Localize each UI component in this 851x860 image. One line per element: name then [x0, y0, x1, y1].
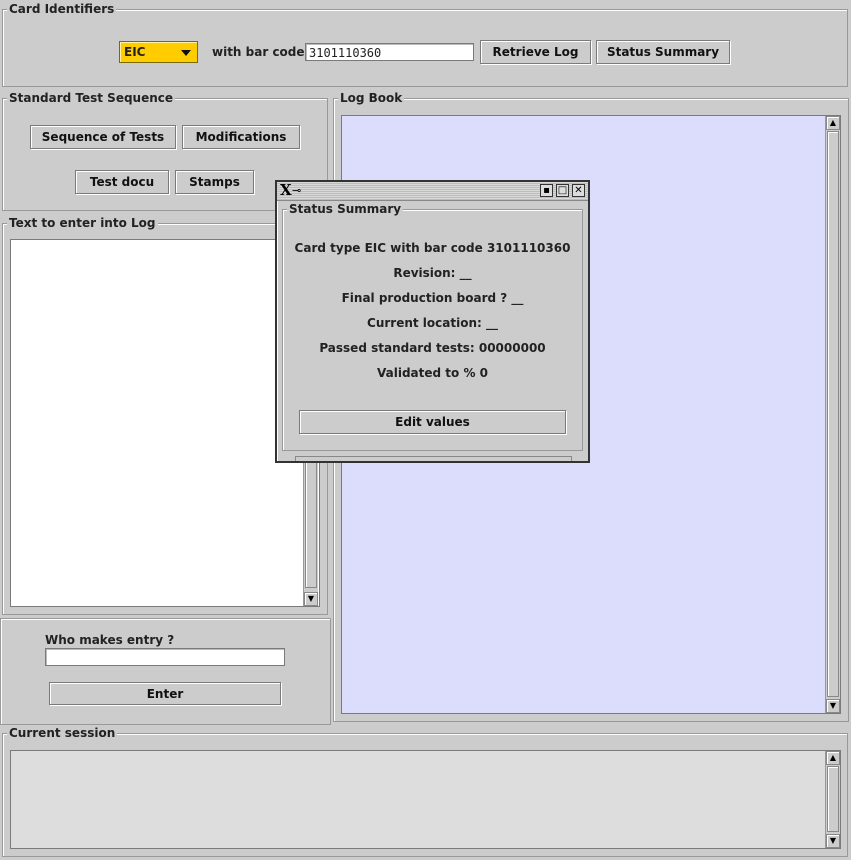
card-identifiers-title: Card Identifiers: [7, 1, 117, 17]
who-makes-entry-input[interactable]: [45, 648, 285, 666]
dialog-titlebar[interactable]: X ⊸ ▪ □ ✕: [277, 182, 588, 201]
pin-icon: ⊸: [292, 184, 302, 197]
status-summary-dialog: X ⊸ ▪ □ ✕ Status Summary Card type EIC w…: [275, 180, 590, 463]
log-book-title: Log Book: [338, 90, 405, 106]
card-type-combo[interactable]: EIC: [119, 41, 198, 63]
enter-button[interactable]: Enter: [49, 682, 281, 705]
scroll-down-icon[interactable]: ▼: [304, 592, 318, 606]
scroll-up-icon[interactable]: ▲: [826, 751, 840, 765]
chevron-down-icon: [181, 50, 191, 56]
bar-code-input[interactable]: 3101110360: [305, 43, 474, 61]
status-line-validated: Validated to % 0: [377, 366, 488, 380]
status-line-revision: Revision: __: [393, 266, 472, 280]
sequence-of-tests-button[interactable]: Sequence of Tests: [30, 125, 176, 149]
test-docu-button[interactable]: Test docu: [75, 170, 169, 194]
log-book-scrollbar[interactable]: ▲ ▼: [825, 116, 840, 713]
status-line-final-production: Final production board ? __: [341, 291, 524, 305]
modifications-button[interactable]: Modifications: [182, 125, 300, 149]
who-makes-entry-label: Who makes entry ?: [45, 633, 175, 647]
scroll-down-icon[interactable]: ▼: [826, 834, 840, 848]
standard-test-sequence-title: Standard Test Sequence: [7, 90, 176, 106]
status-summary-group-title: Status Summary: [287, 201, 404, 217]
bar-code-label: with bar code: [212, 45, 305, 59]
status-summary-button[interactable]: Status Summary: [596, 40, 730, 64]
log-book-scroll-thumb[interactable]: [827, 131, 839, 697]
status-line-card-type: Card type EIC with bar code 3101110360: [294, 241, 571, 255]
current-session-scroll-thumb[interactable]: [827, 766, 839, 832]
edit-values-button[interactable]: Edit values: [299, 410, 566, 434]
current-session-title: Current session: [7, 725, 118, 741]
dialog-bottom-strip: [295, 456, 572, 461]
stamps-button[interactable]: Stamps: [175, 170, 254, 194]
log-text-area[interactable]: [10, 239, 320, 607]
scroll-down-icon[interactable]: ▼: [826, 699, 840, 713]
window-pin-icon: X: [280, 181, 292, 199]
close-icon[interactable]: ✕: [572, 184, 585, 197]
current-session-scrollbar[interactable]: ▲ ▼: [825, 751, 840, 848]
log-text-title: Text to enter into Log: [7, 215, 158, 231]
maximize-icon[interactable]: □: [556, 184, 569, 197]
status-line-current-location: Current location: __: [367, 316, 498, 330]
retrieve-log-button[interactable]: Retrieve Log: [480, 40, 591, 64]
status-line-passed-tests: Passed standard tests: 00000000: [319, 341, 546, 355]
current-session-area[interactable]: [10, 750, 841, 849]
card-type-value: EIC: [124, 45, 146, 59]
scroll-up-icon[interactable]: ▲: [826, 116, 840, 130]
minimize-icon[interactable]: ▪: [540, 184, 553, 197]
